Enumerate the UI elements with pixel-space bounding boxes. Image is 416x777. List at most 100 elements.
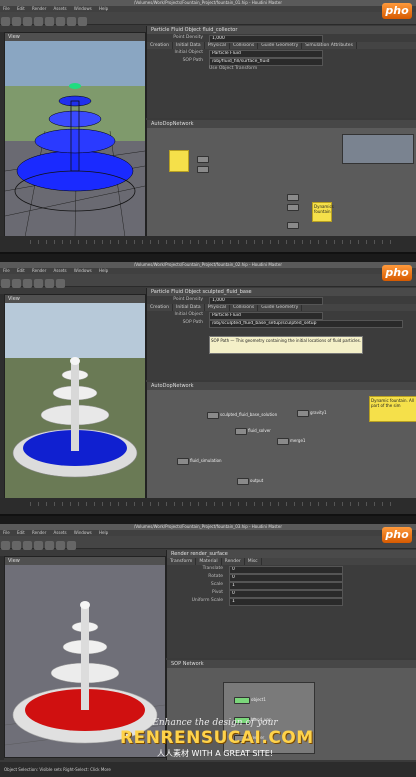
tab-creation[interactable]: Creation xyxy=(147,304,174,311)
shelf-tool-icon[interactable] xyxy=(1,279,10,288)
shelf-tool-icon[interactable] xyxy=(23,17,32,26)
menu-render[interactable]: Render xyxy=(32,6,46,11)
tab-physical[interactable]: Physical xyxy=(205,42,230,49)
shelf-tool-icon[interactable] xyxy=(56,541,65,550)
network-node[interactable] xyxy=(287,194,299,201)
shelf-tool-icon[interactable] xyxy=(23,541,32,550)
tab-guide-geometry[interactable]: Guide Geometry xyxy=(258,42,303,49)
network-preview-pane xyxy=(342,134,414,164)
menu-windows[interactable]: Windows xyxy=(74,268,92,273)
network-node[interactable]: gravity1 xyxy=(297,410,327,417)
playbar[interactable] xyxy=(0,236,416,252)
shelf-tool-icon[interactable] xyxy=(12,17,21,26)
tab-collisions[interactable]: Collisions xyxy=(230,304,259,311)
menu-render[interactable]: Render xyxy=(32,530,46,535)
menu-help[interactable]: Help xyxy=(99,530,108,535)
param-label: Pivot xyxy=(211,590,223,595)
shelf-tool-icon[interactable] xyxy=(45,541,54,550)
param-field[interactable]: 1,000 xyxy=(209,297,323,305)
shelf-tool-icon[interactable] xyxy=(1,541,10,550)
shelf-tool-icon[interactable] xyxy=(67,541,76,550)
menu-file[interactable]: File xyxy=(3,268,10,273)
menu-file[interactable]: File xyxy=(3,530,10,535)
menu-edit[interactable]: Edit xyxy=(17,268,25,273)
shelf-tool-icon[interactable] xyxy=(34,17,43,26)
menu-help[interactable]: Help xyxy=(99,6,108,11)
network-path: AutoDopNetwork xyxy=(147,120,416,128)
tab-render[interactable]: Render xyxy=(222,558,245,565)
tab-transform[interactable]: Transform xyxy=(167,558,197,565)
shelf-tool-icon[interactable] xyxy=(56,17,65,26)
menu-edit[interactable]: Edit xyxy=(17,530,25,535)
shelf-tool-icon[interactable] xyxy=(23,279,32,288)
tab-initial-data[interactable]: Initial Data xyxy=(173,42,205,49)
shelf-tool-icon[interactable] xyxy=(78,17,87,26)
network-path: SOP Network xyxy=(167,660,416,668)
timeline-ticks xyxy=(30,502,396,506)
network-node[interactable] xyxy=(287,222,299,229)
tab-initial-data[interactable]: Initial Data xyxy=(173,304,205,311)
sticky-note[interactable] xyxy=(169,150,189,172)
node-label: sculpted_fluid_base_solution xyxy=(220,412,278,417)
shelf-tool-icon[interactable] xyxy=(45,279,54,288)
shelf-tool-icon[interactable] xyxy=(56,279,65,288)
playbar[interactable] xyxy=(0,498,416,514)
menu-assets[interactable]: Assets xyxy=(54,268,67,273)
network-editor[interactable]: AutoDopNetwork Dynamics fountain xyxy=(146,120,416,236)
scene-viewport[interactable]: View xyxy=(4,294,146,500)
checkbox-label[interactable]: Use Object Transform xyxy=(209,65,329,73)
network-node[interactable]: sculpted_fluid_base_solution xyxy=(207,412,277,419)
menu-render[interactable]: Render xyxy=(32,268,46,273)
network-path: AutoDopNetwork xyxy=(147,382,416,390)
menu-assets[interactable]: Assets xyxy=(54,530,67,535)
menu-assets[interactable]: Assets xyxy=(54,6,67,11)
tab-physical[interactable]: Physical xyxy=(205,304,230,311)
param-field[interactable]: 1,000 xyxy=(209,35,323,43)
shelf-tool-icon[interactable] xyxy=(34,541,43,550)
param-row: Point Density 1,000 xyxy=(147,34,416,43)
shelf-toolbar xyxy=(0,274,416,288)
param-tabs: Creation Initial Data Physical Collisions Gu… xyxy=(147,304,416,311)
shelf-tool-icon[interactable] xyxy=(12,279,21,288)
sop-path-field[interactable]: /obj/sculpted_fluid_base_setup/sculpted_… xyxy=(209,320,403,328)
menu-file[interactable]: File xyxy=(3,6,10,11)
tab-misc[interactable]: Misc xyxy=(245,558,262,565)
tab-guide-geometry[interactable]: Guide Geometry xyxy=(258,304,303,311)
menu-windows[interactable]: Windows xyxy=(74,530,92,535)
param-row: Initial Object Particle Fluid xyxy=(147,49,416,58)
network-node[interactable] xyxy=(287,204,299,211)
menu-help[interactable]: Help xyxy=(99,268,108,273)
shelf-tool-icon[interactable] xyxy=(67,17,76,26)
network-node[interactable]: fluid_solver xyxy=(235,428,271,435)
menu-windows[interactable]: Windows xyxy=(74,6,92,11)
network-node[interactable]: output xyxy=(237,478,263,485)
tab-creation[interactable]: Creation xyxy=(147,42,174,49)
screenshot-panel-2: /Volumes/Work/Projects/Fountain_Project/… xyxy=(0,262,416,516)
param-label: Rotate xyxy=(208,574,223,579)
network-node[interactable] xyxy=(197,156,209,163)
sticky-note[interactable]: Dynamic fountain. All part of the sim xyxy=(369,396,416,422)
shelf-tool-icon[interactable] xyxy=(1,17,10,26)
param-label: Scale xyxy=(210,582,223,587)
parameter-pane: Particle Fluid Object fluid_collector Po… xyxy=(146,26,416,118)
tab-material[interactable]: Material xyxy=(196,558,222,565)
scene-viewport[interactable]: View xyxy=(4,32,146,238)
brand-logo: pho xyxy=(382,265,412,281)
network-node[interactable]: object1 xyxy=(234,697,266,704)
watermark-site: RENRENSUCAI.COM xyxy=(120,728,314,748)
shelf-tool-icon[interactable] xyxy=(12,541,21,550)
sticky-note[interactable]: Dynamics fountain xyxy=(312,202,334,222)
node-label: object1 xyxy=(251,697,266,702)
param-field[interactable]: 1 xyxy=(229,598,343,606)
shelf-tool-icon[interactable] xyxy=(45,17,54,26)
param-label: Point Density xyxy=(173,35,203,40)
param-tabs: Transform Material Render Misc xyxy=(167,558,416,565)
menu-edit[interactable]: Edit xyxy=(17,6,25,11)
network-editor[interactable]: AutoDopNetwork Dynamic fountain. All par… xyxy=(146,382,416,498)
network-node[interactable]: fluid_simulation xyxy=(177,458,222,465)
tab-sim-attributes[interactable]: Simulation Attributes xyxy=(302,42,357,49)
network-node[interactable]: merge1 xyxy=(277,438,305,445)
network-node[interactable] xyxy=(197,166,209,173)
shelf-tool-icon[interactable] xyxy=(34,279,43,288)
tab-collisions[interactable]: Collisions xyxy=(230,42,259,49)
